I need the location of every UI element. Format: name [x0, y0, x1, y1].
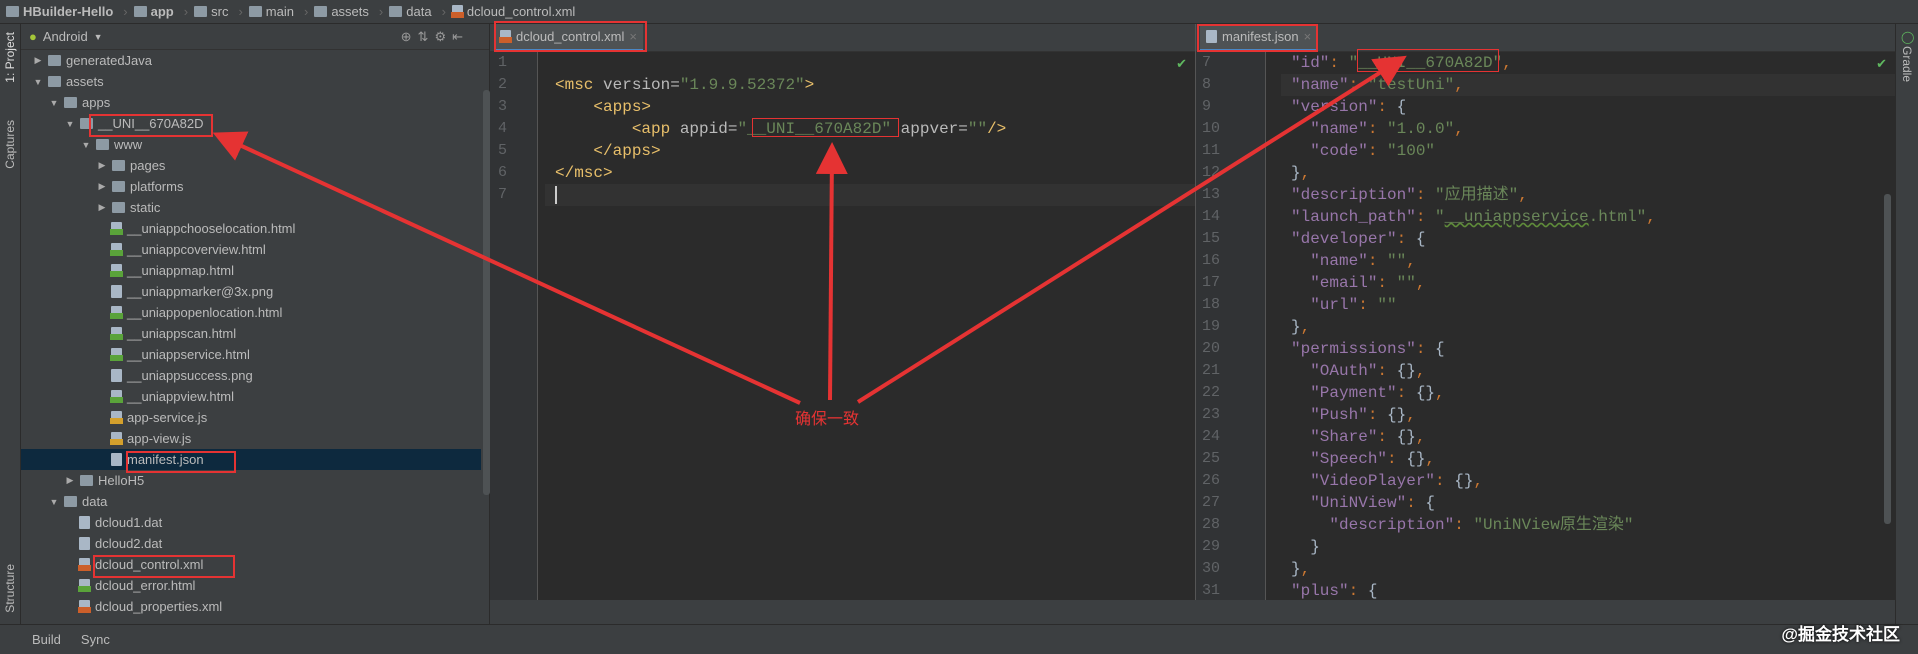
watermark: @掘金技术社区: [1781, 625, 1900, 644]
annotation-label: 确保一致: [795, 411, 860, 428]
arrow-to-tree-folder: [212, 131, 801, 405]
arrow-to-json-id: [856, 55, 1407, 404]
arrow-to-xml-appid: [815, 142, 848, 401]
annotation-arrows: [212, 55, 1407, 405]
